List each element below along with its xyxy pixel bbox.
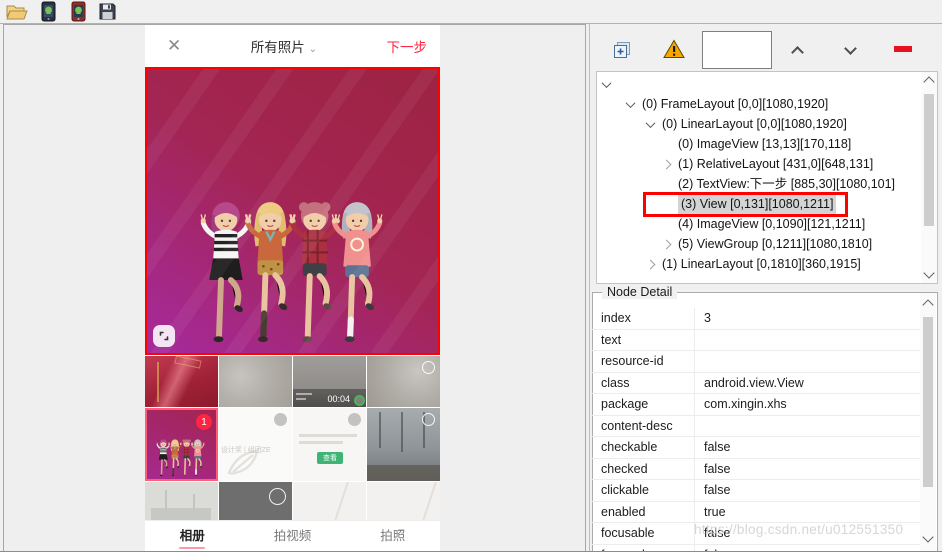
tree-node-viewgroup[interactable]: (5) ViewGroup [0,1211][1080,1810] (597, 234, 920, 254)
chevron-down-icon: ⌄ (308, 44, 317, 55)
scroll-up-icon[interactable] (923, 76, 935, 88)
video-duration: 00:04 (327, 394, 350, 404)
tree-chevron-icon[interactable] (645, 259, 656, 269)
tab-take-photo[interactable]: 拍照 (380, 525, 406, 549)
detail-row-checkable[interactable]: checkable false (592, 437, 920, 459)
detail-row-content-desc[interactable]: content-desc (592, 415, 920, 437)
detail-row-class[interactable]: class android.view.View (592, 372, 920, 394)
photo-thumbnail[interactable] (145, 482, 218, 520)
selected-photo-preview[interactable] (145, 67, 440, 355)
photo-thumbnail[interactable] (367, 408, 440, 481)
tree-node-linearlayout[interactable]: (0) LinearLayout [0,0][1080,1920] (597, 114, 920, 134)
album-title[interactable]: 所有照片 ⌄ (181, 36, 386, 56)
video-thumbnail[interactable]: 00:04 (293, 356, 366, 407)
photo-thumbnail[interactable]: 设计奖 | 组团ZE (219, 408, 292, 481)
select-circle-icon[interactable] (348, 413, 361, 426)
save-icon[interactable] (99, 3, 116, 20)
tree-node-imageview[interactable]: (0) ImageView [13,13][170,118] (597, 134, 920, 154)
open-folder-icon[interactable] (6, 3, 28, 20)
tree-node-textview[interactable]: (2) TextView:下一步 [885,30][1080,101] (597, 174, 920, 194)
detail-row-enabled[interactable]: enabled true (592, 501, 920, 523)
navigate-up-icon[interactable] (791, 46, 804, 59)
tree-node-relativelayout[interactable]: (1) RelativeLayout [431,0][648,131] (597, 154, 920, 174)
photo-grid-row-2: 1 设计奖 | 组团ZE 查看 (145, 408, 440, 481)
device-screenshot-icon[interactable] (39, 1, 58, 22)
scroll-up-icon[interactable] (922, 299, 934, 311)
tree-scrollbar[interactable] (921, 72, 937, 283)
scroll-down-icon[interactable] (922, 531, 934, 543)
photo-thumbnail[interactable] (219, 482, 292, 520)
scroll-down-icon[interactable] (923, 267, 935, 279)
scrollbar-thumb[interactable] (923, 317, 933, 487)
node-detail-table: index 3 text resource-id class android.vie… (592, 308, 920, 552)
photo-thumbnail[interactable] (145, 356, 218, 407)
selection-count-badge: 1 (196, 414, 212, 430)
tree-chevron-icon[interactable] (661, 239, 672, 249)
select-circle-icon[interactable] (422, 413, 435, 426)
select-circle-icon[interactable] (269, 488, 286, 505)
video-badge-icon (354, 395, 365, 406)
tree-chevron-icon[interactable] (645, 117, 656, 128)
select-circle-icon[interactable] (422, 361, 435, 374)
photo-grid-row-1: 00:04 (145, 356, 440, 407)
detail-row-checked[interactable]: checked false (592, 458, 920, 480)
tree-chevron-icon[interactable] (601, 77, 612, 88)
view-button-art: 查看 (317, 452, 343, 464)
app-toolbar (0, 0, 942, 23)
view-hierarchy-tree: (0) FrameLayout [0,0][1080,1920] (0) Lin… (596, 71, 938, 284)
detail-row-text[interactable]: text (592, 329, 920, 351)
photo-thumbnail[interactable] (367, 482, 440, 520)
bottom-tab-bar: 相册 拍视频 拍照 (145, 520, 440, 552)
next-step-button[interactable]: 下一步 (387, 36, 428, 56)
navigate-down-icon[interactable] (844, 42, 857, 55)
tree-chevron-icon[interactable] (625, 97, 636, 108)
detail-row-resource-id[interactable]: resource-id (592, 351, 920, 373)
close-icon[interactable]: ✕ (167, 36, 181, 56)
detail-scrollbar[interactable] (920, 293, 936, 551)
selected-photo-thumbnail[interactable]: 1 (145, 408, 218, 481)
detail-row-clickable[interactable]: clickable false (592, 480, 920, 502)
scrollbar-thumb[interactable] (924, 94, 934, 226)
collapse-minus-icon[interactable] (894, 46, 912, 52)
warning-icon[interactable] (663, 39, 685, 62)
panel-divider[interactable] (589, 24, 590, 552)
photo-picker-header: ✕ 所有照片 ⌄ 下一步 (145, 25, 440, 67)
photo-thumbnail[interactable]: 查看 (293, 408, 366, 481)
tab-album[interactable]: 相册 (179, 525, 206, 549)
photo-thumbnail[interactable] (293, 482, 366, 520)
photo-grid-row-3 (145, 482, 440, 520)
photo-thumbnail[interactable] (219, 356, 292, 407)
csdn-watermark: https://blog.csdn.net/u012551350 (694, 522, 904, 537)
node-detail-title: Node Detail (602, 285, 678, 299)
expand-crop-icon[interactable] (153, 325, 175, 347)
detail-row-package[interactable]: package com.xingin.xhs (592, 394, 920, 416)
selected-node-highlight (643, 192, 848, 217)
select-circle-icon[interactable] (274, 413, 287, 426)
thumb-caption: 设计奖 | 组团ZE (221, 447, 271, 454)
tab-shoot-video[interactable]: 拍视频 (274, 525, 312, 549)
tree-node-imageview-4[interactable]: (4) ImageView [0,1090][121,1211] (597, 214, 920, 234)
tree-filter-input[interactable] (702, 31, 772, 69)
photo-thumbnail[interactable] (367, 356, 440, 407)
tree-node-root[interactable] (597, 74, 920, 94)
expand-all-icon[interactable] (612, 40, 632, 63)
tree-chevron-icon[interactable] (661, 159, 672, 169)
photo-gradient (147, 69, 438, 353)
tree-node-linearlayout-2[interactable]: (1) LinearLayout [0,1810][360,1915] (597, 254, 920, 274)
tree-node-framelayout[interactable]: (0) FrameLayout [0,0][1080,1920] (597, 94, 920, 114)
device-screenshot-alt-icon[interactable] (69, 1, 88, 22)
detail-row-index[interactable]: index 3 (592, 308, 920, 330)
